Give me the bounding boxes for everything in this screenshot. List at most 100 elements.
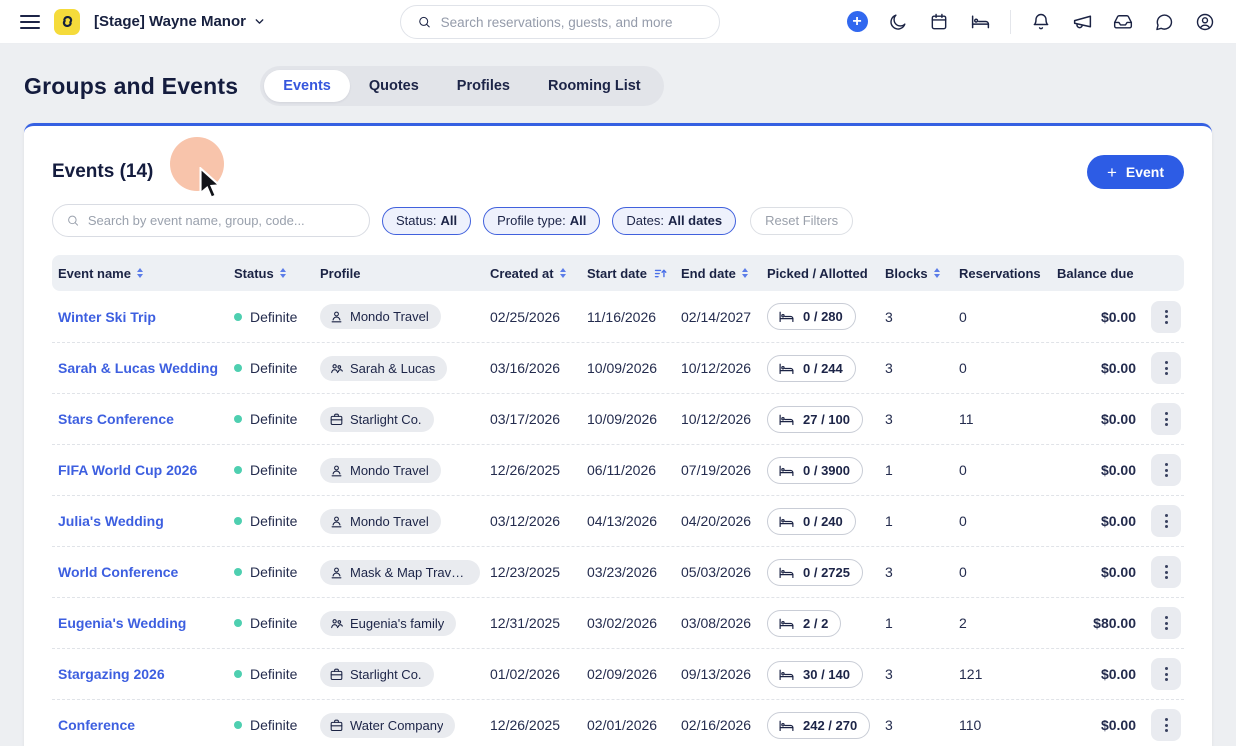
add-event-button[interactable]: + Event xyxy=(1087,155,1184,189)
filter-profile-type[interactable]: Profile type: All xyxy=(483,207,600,235)
view-tabs: EventsQuotesProfilesRooming List xyxy=(260,66,663,106)
end-date-cell: 04/20/2026 xyxy=(675,513,761,529)
column-header-created-at[interactable]: Created at xyxy=(484,266,581,281)
event-name-link[interactable]: Sarah & Lucas Wedding xyxy=(58,360,218,376)
messages-button[interactable] xyxy=(1153,11,1175,33)
menu-icon[interactable] xyxy=(20,15,40,29)
sort-icon[interactable] xyxy=(137,268,143,278)
event-search[interactable] xyxy=(52,204,370,237)
event-name-link[interactable]: FIFA World Cup 2026 xyxy=(58,462,197,478)
balance-due-cell: $80.00 xyxy=(1051,615,1136,631)
announcements-button[interactable] xyxy=(1071,11,1093,33)
profile-pill[interactable]: Starlight Co. xyxy=(320,662,434,687)
end-date-cell: 07/19/2026 xyxy=(675,462,761,478)
row-actions-kebab-button[interactable] xyxy=(1151,454,1181,486)
profile-name: Starlight Co. xyxy=(350,667,422,682)
column-header-end-date[interactable]: End date xyxy=(675,266,761,281)
global-search-input[interactable] xyxy=(441,15,703,30)
tab-quotes[interactable]: Quotes xyxy=(350,70,438,102)
profile-pill[interactable]: Mondo Travel xyxy=(320,304,441,329)
event-search-input[interactable] xyxy=(88,213,356,228)
event-name-link[interactable]: World Conference xyxy=(58,564,178,580)
events-panel: Events (14) + Event Status: AllProfile t… xyxy=(24,123,1212,746)
tab-rooming-list[interactable]: Rooming List xyxy=(529,70,660,102)
notifications-button[interactable] xyxy=(1030,11,1052,33)
end-date-cell: 03/08/2026 xyxy=(675,615,761,631)
event-name-link[interactable]: Eugenia's Wedding xyxy=(58,615,186,631)
profile-pill[interactable]: Mondo Travel xyxy=(320,458,441,483)
property-selector[interactable]: [Stage] Wayne Manor xyxy=(94,13,266,30)
reset-filters-button[interactable]: Reset Filters xyxy=(750,207,853,235)
bed-icon xyxy=(778,360,795,377)
row-actions-kebab-button[interactable] xyxy=(1151,505,1181,537)
tab-events[interactable]: Events xyxy=(264,70,350,102)
mouse-cursor xyxy=(196,167,226,201)
row-actions-kebab-button[interactable] xyxy=(1151,301,1181,333)
status-label: Definite xyxy=(250,717,297,733)
end-date-cell: 10/12/2026 xyxy=(675,360,761,376)
global-search[interactable] xyxy=(400,5,720,39)
table-row-fifa-world-cup-2026: FIFA World Cup 2026DefiniteMondo Travel1… xyxy=(52,444,1184,495)
app-logo[interactable] xyxy=(54,9,80,35)
row-actions-kebab-button[interactable] xyxy=(1151,556,1181,588)
sort-icon[interactable] xyxy=(560,268,566,278)
tab-profiles[interactable]: Profiles xyxy=(438,70,529,102)
created-at-cell: 12/31/2025 xyxy=(484,615,581,631)
event-name-link[interactable]: Stars Conference xyxy=(58,411,174,427)
profile-pill[interactable]: Mask & Map Travel... xyxy=(320,560,480,585)
inbox-icon xyxy=(1113,12,1133,32)
event-name-cell: Stargazing 2026 xyxy=(52,666,228,682)
bed-icon xyxy=(778,308,795,325)
actions-cell xyxy=(1136,505,1184,537)
profile-name: Mask & Map Travel... xyxy=(350,565,468,580)
inbox-button[interactable] xyxy=(1112,11,1134,33)
row-actions-kebab-button[interactable] xyxy=(1151,403,1181,435)
account-button[interactable] xyxy=(1194,11,1216,33)
column-header-event-name[interactable]: Event name xyxy=(52,266,228,281)
profile-pill[interactable]: Water Company xyxy=(320,713,455,738)
reservations-cell: 0 xyxy=(953,513,1051,529)
status-label: Definite xyxy=(250,462,297,478)
status-dot-icon xyxy=(234,364,242,372)
filter-dates[interactable]: Dates: All dates xyxy=(612,207,736,235)
add-button[interactable]: + xyxy=(846,11,868,33)
reservations-button[interactable] xyxy=(969,11,991,33)
sort-icon[interactable] xyxy=(280,268,286,278)
profile-pill[interactable]: Mondo Travel xyxy=(320,509,441,534)
balance-due-cell: $0.00 xyxy=(1051,411,1136,427)
row-actions-kebab-button[interactable] xyxy=(1151,352,1181,384)
column-header-status[interactable]: Status xyxy=(228,266,314,281)
event-name-link[interactable]: Winter Ski Trip xyxy=(58,309,156,325)
filter-value: All dates xyxy=(668,213,722,228)
picked-allotted-value: 242 / 270 xyxy=(803,718,857,733)
profile-cell: Water Company xyxy=(314,713,484,738)
profile-cell: Starlight Co. xyxy=(314,407,484,432)
start-date-cell: 02/01/2026 xyxy=(581,717,675,733)
row-actions-kebab-button[interactable] xyxy=(1151,658,1181,690)
status-label: Definite xyxy=(250,513,297,529)
created-at-cell: 01/02/2026 xyxy=(484,666,581,682)
picked-allotted-cell: 0 / 2725 xyxy=(761,559,879,586)
reservations-cell: 11 xyxy=(953,411,1051,427)
event-name-link[interactable]: Julia's Wedding xyxy=(58,513,164,529)
sort-icon[interactable] xyxy=(934,268,940,278)
row-actions-kebab-button[interactable] xyxy=(1151,607,1181,639)
calendar-button[interactable] xyxy=(928,11,950,33)
event-name-link[interactable]: Conference xyxy=(58,717,135,733)
blocks-cell: 3 xyxy=(879,666,953,682)
profile-pill[interactable]: Eugenia's family xyxy=(320,611,456,636)
profile-pill[interactable]: Sarah & Lucas xyxy=(320,356,447,381)
blocks-cell: 3 xyxy=(879,717,953,733)
column-header-start-date[interactable]: Start date xyxy=(581,266,675,281)
sort-ascending-icon[interactable] xyxy=(653,266,668,281)
column-header-blocks[interactable]: Blocks xyxy=(879,266,953,281)
profile-pill[interactable]: Starlight Co. xyxy=(320,407,434,432)
dark-mode-button[interactable] xyxy=(887,11,909,33)
filter-status[interactable]: Status: All xyxy=(382,207,471,235)
end-date-cell: 10/12/2026 xyxy=(675,411,761,427)
filter-label: Status: xyxy=(396,213,436,228)
row-actions-kebab-button[interactable] xyxy=(1151,709,1181,741)
bed-icon xyxy=(778,564,795,581)
sort-icon[interactable] xyxy=(742,268,748,278)
event-name-link[interactable]: Stargazing 2026 xyxy=(58,666,165,682)
